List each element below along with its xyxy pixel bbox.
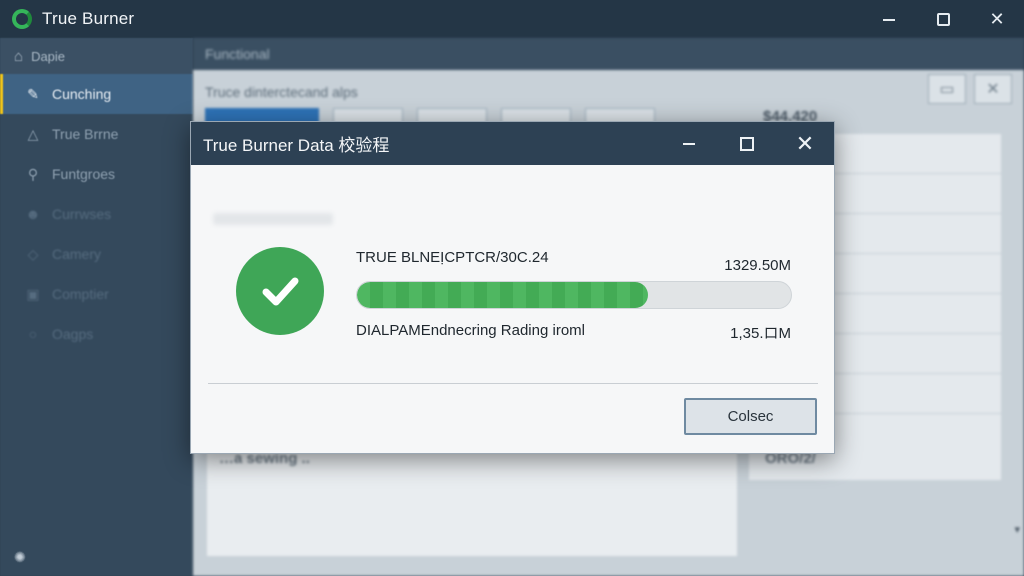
content-tab-label: Functional	[205, 46, 270, 62]
dialog-maximize-button[interactable]	[718, 122, 776, 165]
content-subtitle: Truce dinterctecand alps	[205, 84, 358, 100]
loading-icon: ✺	[14, 549, 26, 565]
app-title: True Burner	[42, 9, 135, 28]
users-icon: ☻	[25, 206, 41, 222]
check-icon	[262, 277, 299, 306]
sidebar-item-comptier[interactable]: ▣ Comptier	[0, 274, 193, 314]
close-button[interactable]: ✕	[970, 0, 1024, 38]
minimize-icon	[683, 142, 695, 145]
maximize-icon	[936, 12, 950, 26]
restore-icon[interactable]: ▭	[928, 74, 966, 104]
sidebar: ⌂ Dapie ✎ Cunching △ True Brrne ⚲ Funtgr…	[0, 38, 193, 576]
sidebar-item-oagps[interactable]: ○ Oagps	[0, 314, 193, 354]
tag-icon: ◇	[27, 245, 39, 262]
close-dialog-button[interactable]: Colsec	[684, 398, 817, 435]
sidebar-item-label: Cunching	[52, 86, 112, 102]
sidebar-item-currwses[interactable]: ☻ Currwses	[0, 194, 193, 234]
progress-bar	[356, 281, 792, 309]
dialog-body: TRUE BLNEỊCPTCR/30C.24 1329.50M DIALPAME…	[191, 165, 834, 455]
dialog-minimize-button[interactable]	[660, 122, 718, 165]
sidebar-header-label: Dapie	[31, 48, 66, 64]
sidebar-item-label: Oagps	[52, 326, 94, 342]
scroll-down-icon[interactable]: ▾	[1014, 523, 1020, 536]
content-toolbar: ▭ ✕	[928, 74, 1012, 104]
sidebar-item-label: True Brrne	[52, 126, 119, 142]
dialog-close-button[interactable]: ✕	[776, 122, 834, 165]
sidebar-item-label: Currwses	[52, 206, 112, 222]
dialog-title: True Burner Data 校验程	[203, 136, 390, 155]
home-icon: ⌂	[14, 47, 24, 65]
sidebar-item-camery[interactable]: ◇ Camery	[0, 234, 193, 274]
item-name: TRUE BLNEỊCPTCR/30C.24	[356, 249, 549, 266]
chat-icon: ○	[28, 326, 38, 342]
dialog-window-controls: ✕	[660, 122, 834, 165]
maximize-icon	[740, 136, 754, 151]
sidebar-item-label: Funtgroes	[52, 166, 116, 182]
close-icon[interactable]: ✕	[974, 74, 1012, 104]
window-controls: ✕	[862, 0, 1024, 38]
sidebar-item-true-brrne[interactable]: △ True Brrne	[0, 114, 193, 154]
sidebar-item-cunching[interactable]: ✎ Cunching	[0, 74, 193, 114]
sidebar-item-label: Comptier	[52, 286, 109, 302]
lower-panel: …a sewing ..	[207, 446, 737, 556]
faded-label	[213, 213, 333, 225]
divider	[208, 383, 818, 384]
minimize-button[interactable]	[862, 0, 916, 38]
app-logo-icon	[12, 9, 32, 29]
sidebar-item-funtgroes[interactable]: ⚲ Funtgroes	[0, 154, 193, 194]
item-size: 1329.50M	[724, 257, 791, 274]
status-text: DIALPAMEndnecring Rading iroml	[356, 322, 585, 339]
close-icon: ✕	[989, 8, 1005, 29]
dialog-titlebar: True Burner Data 校验程 ✕	[191, 122, 834, 165]
content-tab[interactable]: Functional	[193, 38, 1024, 70]
success-check-icon	[236, 247, 324, 335]
app-titlebar: True Burner ✕	[0, 0, 1024, 38]
verify-dialog: True Burner Data 校验程 ✕ TRUE BLNEỊCPTCR/3…	[190, 121, 835, 454]
maximize-button[interactable]	[916, 0, 970, 38]
status-size: 1,35.ロM	[730, 325, 791, 342]
minimize-icon	[883, 19, 895, 21]
warning-icon: △	[27, 125, 39, 142]
sidebar-item-label: Camery	[52, 246, 102, 262]
sidebar-header[interactable]: ⌂ Dapie	[0, 38, 193, 74]
close-icon: ✕	[795, 130, 815, 156]
tool-icon: ✎	[27, 85, 39, 102]
progress-fill	[357, 282, 648, 308]
computer-icon: ▣	[26, 285, 40, 302]
search-icon: ⚲	[27, 165, 39, 182]
